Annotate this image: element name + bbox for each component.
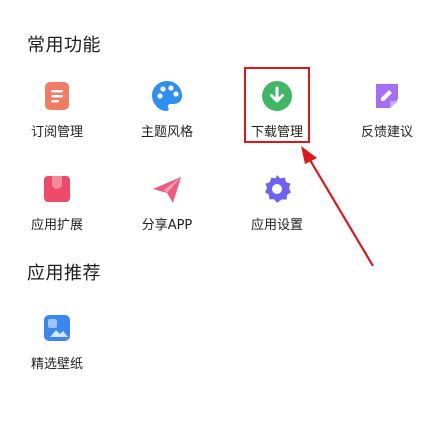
menu-item-label: 应用设置 [250, 218, 303, 233]
menu-item-download[interactable]: 下载管理 [227, 79, 327, 161]
menu-item-label: 分享APP [141, 218, 193, 233]
menu-item-label: 订阅管理 [30, 125, 83, 140]
menu-item-feedback[interactable]: 反馈建议 [337, 79, 435, 161]
menu-item-label: 反馈建议 [360, 125, 413, 140]
feedback-icon [370, 79, 404, 113]
download-icon [260, 79, 294, 113]
gear-icon [260, 172, 294, 206]
menu-item-label: 下载管理 [250, 125, 303, 140]
menu-item-label: 应用扩展 [30, 218, 83, 233]
menu-item-wallpaper[interactable]: 精选壁纸 [7, 311, 107, 393]
section-title-common: 常用功能 [27, 35, 101, 56]
menu-item-subscription[interactable]: 订阅管理 [7, 79, 107, 161]
app-root: 常用功能 订阅管理 主题风格 下载管理 反馈建议 应用扩展 分享APP 应用设置… [0, 0, 435, 445]
menu-item-label: 主题风格 [140, 125, 193, 140]
menu-item-settings[interactable]: 应用设置 [227, 172, 327, 254]
menu-item-label: 精选壁纸 [30, 357, 83, 372]
section-title-recommend: 应用推荐 [27, 263, 101, 284]
menu-item-share[interactable]: 分享APP [117, 172, 217, 254]
menu-item-extension[interactable]: 应用扩展 [7, 172, 107, 254]
palette-icon [150, 79, 184, 113]
extension-icon [40, 172, 74, 206]
wallpaper-icon [40, 311, 74, 345]
share-icon [150, 172, 184, 206]
menu-item-theme[interactable]: 主题风格 [117, 79, 217, 161]
subscription-icon [40, 79, 74, 113]
